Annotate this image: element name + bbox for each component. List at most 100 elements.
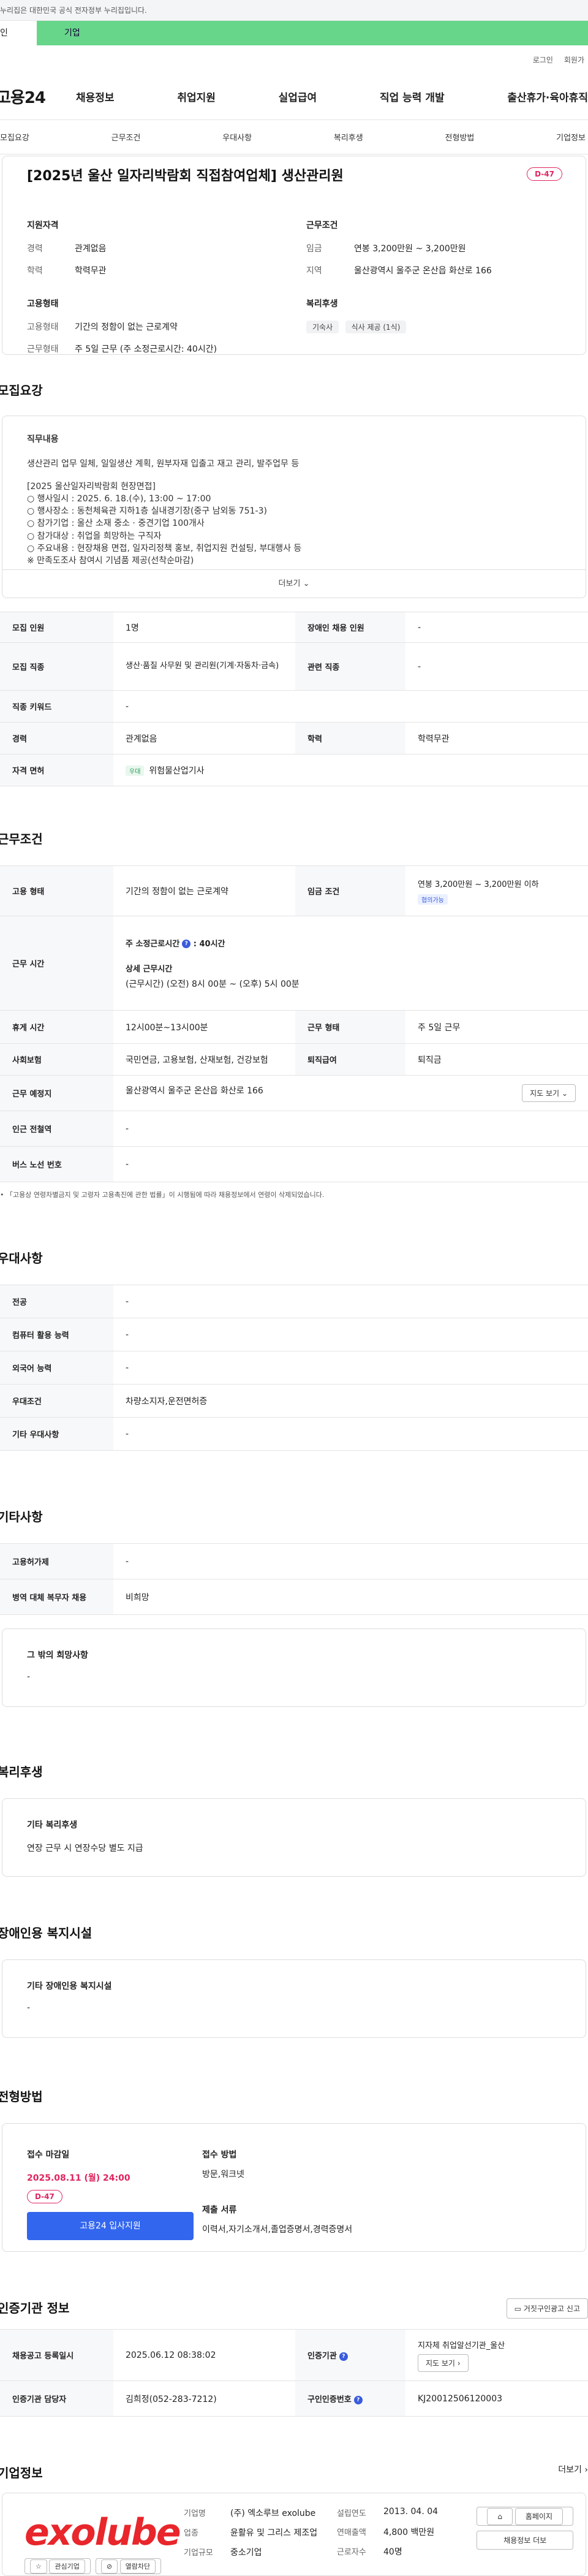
gnb-item-unemployment-benefit[interactable]: 실업급여 [279,89,317,104]
work-table: 고용 형태 기간의 정함이 없는 근로계약 임금 조건 연봉 3,200만원 ~ 3,… [0,865,588,1182]
welfare-chip: 기숙사 [306,321,339,333]
qualification-group: 지원자격 경력 관계없음 학력 학력무관 [27,219,282,276]
method-value: 방문,워크넷 [202,2170,244,2179]
gnb-item-parental-leave[interactable]: 출산휴가·육아휴직 [507,89,588,104]
homepage-label: 홈페이지 [514,2508,563,2525]
tab-personal[interactable]: 인 [0,21,37,45]
gnb-item-jobs[interactable]: 채용정보 [76,89,115,104]
section-nav-work[interactable]: 근무조건 [111,131,141,143]
deadline-group: 접수 마감일 2025.08.11 (월) 24:00 D-47 고용24 입사… [27,2148,198,2240]
info-icon[interactable]: ? [339,2352,348,2361]
method-title: 접수 방법 [202,2150,237,2160]
org-label: 인증기관? [295,2329,405,2381]
wage-label: 임금 [306,244,322,254]
corp-sales-label: 연매출액 [337,2528,366,2537]
pref-etc-value: - [113,1417,588,1451]
duty-line: 생산관리 업무 일체, 일일생산 계획, 원부자재 입출고 재고 관리, 발주업… [27,459,300,469]
major-value: - [113,1285,588,1318]
corp-jobs-button[interactable]: 채용정보 더보 [477,2531,573,2550]
job-summary-card: [2025년 울산 일자리박람회 직접참여업체] 생산관리원 D-47 지원자격… [2,156,586,355]
chevron-down-icon: ⌄ [561,1089,568,1098]
duty-card: 직무내용 생산관리 업무 일체, 일일생산 계획, 원부자재 입출고 재고 관리… [2,416,586,598]
pref-cond-value: 차량소지자,운전면허증 [113,1384,588,1418]
subway-label: 인근 전철역 [0,1111,113,1147]
info-icon[interactable]: ? [182,940,191,948]
more-button[interactable]: 더보기 ⌄ [2,569,586,598]
apply-button[interactable]: 고용24 입사지원 [27,2212,194,2240]
disable-section-title: 장애인용 복지시설 [0,1926,92,1940]
section-nav-benefit[interactable]: 복리후생 [334,131,363,143]
preferred-tag: 우대 [126,765,145,776]
map-button[interactable]: 지도 보기 ⌄ [522,1084,576,1102]
age-notice: • 「고용상 연령차별금지 및 고령자 고용촉진에 관한 법률」이 시행됨에 따… [0,1191,325,1199]
section-nav-pref[interactable]: 우대사항 [222,131,252,143]
docs-value: 이력서,자기소개서,졸업증명서,경력증명서 [202,2225,353,2235]
section-nav-recruit[interactable]: 모집요강 [0,131,29,143]
block-corp-button[interactable]: ⊘ 열람차단 [95,2558,162,2574]
gnb-menu: 채용정보 취업지원 실업급여 직업 능력 개발 출산휴가·육아휴직 [70,89,588,104]
career-value: 관계없음 [75,244,107,254]
keyword-label: 직종 키워드 [0,690,113,723]
org-label-text: 인증기관 [307,2352,337,2361]
corp-info-left: 기업명 (주) 엑소루브 exolube 업종 윤활유 및 그리스 제조업 기업규모… [184,2507,331,2575]
favorite-corp-button[interactable]: ☆ 관심기업 [24,2558,91,2574]
section-nav-corp[interactable]: 기업정보 [556,131,586,143]
block-icon: ⊘ [100,2559,118,2574]
site-logo[interactable]: 고용24 [0,85,70,108]
chevron-right-icon: › [457,2358,461,2368]
corp-more-link[interactable]: 더보기 › [558,2463,588,2482]
keyword-value: - [113,690,588,723]
tab-company[interactable]: 기업 [37,21,588,45]
military-value: 비희망 [113,1579,588,1615]
career-row-value: 관계없음 [113,722,295,754]
login-link[interactable]: 로그인 [533,55,553,65]
reg-label: 채용공고 등록일시 [0,2329,113,2381]
duty-line: ○ 행사일시 : 2025. 6. 18.(수), 13:00 ~ 17:00 [27,493,211,504]
method-group: 접수 방법 방문,워크넷 제출 서류 이력서,자기소개서,졸업증명서,경력증명서 [198,2148,352,2240]
corp-est-label: 설립연도 [337,2509,366,2518]
duty-line: ○ 주요내용 : 현장채용 면접, 일자리정책 홍보, 취업지원 컨설팅, 부대… [27,544,302,554]
duty-line: ○ 행사장소 : 동천체육관 지하1층 실내경기장(중구 남외동 751-3) [27,506,267,517]
gnb-item-skills[interactable]: 직업 능력 개발 [380,89,445,104]
welfare-chip: 식사 제공 (1식) [345,321,407,333]
worktype-value: 주 5일 근무 (주 소정근로시간: 40시간) [75,344,217,354]
homepage-button[interactable]: ⌂ 홈페이지 [477,2507,573,2526]
work-section-title: 근무조건 [0,832,43,846]
edu-label: 학력 [27,266,43,276]
hours-week-value: : 40시간 [193,939,225,949]
edu-value: 학력무관 [75,266,107,276]
corp-industry-label: 업종 [184,2529,198,2538]
conditions-title: 근무조건 [306,221,338,230]
report-label: 거짓구인광고 신고 [523,2304,580,2313]
career-label: 경력 [27,244,43,254]
recruit-section-title: 모집요강 [0,383,43,398]
lang-label: 외국어 능력 [0,1351,113,1385]
apply-section-title: 전형방법 [0,2089,43,2104]
corp-info-right: 설립연도 2013. 04. 04 연매출액 4,800 백만원 근로자수 40명 [337,2507,459,2575]
computer-value: - [113,1318,588,1351]
related-label: 관련 직종 [295,642,405,691]
retire-label: 퇴직급여 [295,1043,405,1076]
corp-name-value: (주) 엑소루브 exolube [230,2509,316,2518]
org-map-button[interactable]: 지도 보기 › [418,2354,469,2372]
hours-detail-title: 상세 근무시간 [126,964,173,974]
count-label: 모집 인원 [0,612,113,643]
gnb-item-employment-support[interactable]: 취업지원 [177,89,216,104]
emp-label: 고용 형태 [0,865,113,916]
corp-sales-value: 4,800 백만원 [383,2528,435,2537]
emptype-label: 고용형태 [27,322,59,332]
corp-card: exolube ☆ 관심기업 ⊘ 열람차단 기업명 (주) 엑소루브 exolub… [2,2493,586,2576]
corp-size-label: 기업규모 [184,2548,213,2558]
report-fake-ad-button[interactable]: ▭ 거짓구인광고 신고 [506,2298,588,2319]
region-value: 울산광역시 울주군 온산읍 화산로 166 [354,266,492,276]
join-link[interactable]: 회원가 [564,55,584,65]
gov-banner: 누리집은 대한민국 공식 전자정부 누리집입니다. [0,0,588,21]
conditions-group: 근무조건 임금 연봉 3,200만원 ~ 3,200만원 지역 울산광역시 울주군 … [306,219,561,276]
job-value: 생산·품질 사무원 및 관리원(기계·자동차·금속) [113,642,295,691]
reg-value: 2025.06.12 08:38:02 [113,2329,295,2381]
duty-title: 직무내용 [27,435,59,444]
section-nav-apply[interactable]: 전형방법 [445,131,475,143]
audience-tabs: 인 기업 [0,21,588,45]
hours-week-label: 주 소정근로시간 [126,939,180,949]
info-icon[interactable]: ? [353,2395,363,2404]
